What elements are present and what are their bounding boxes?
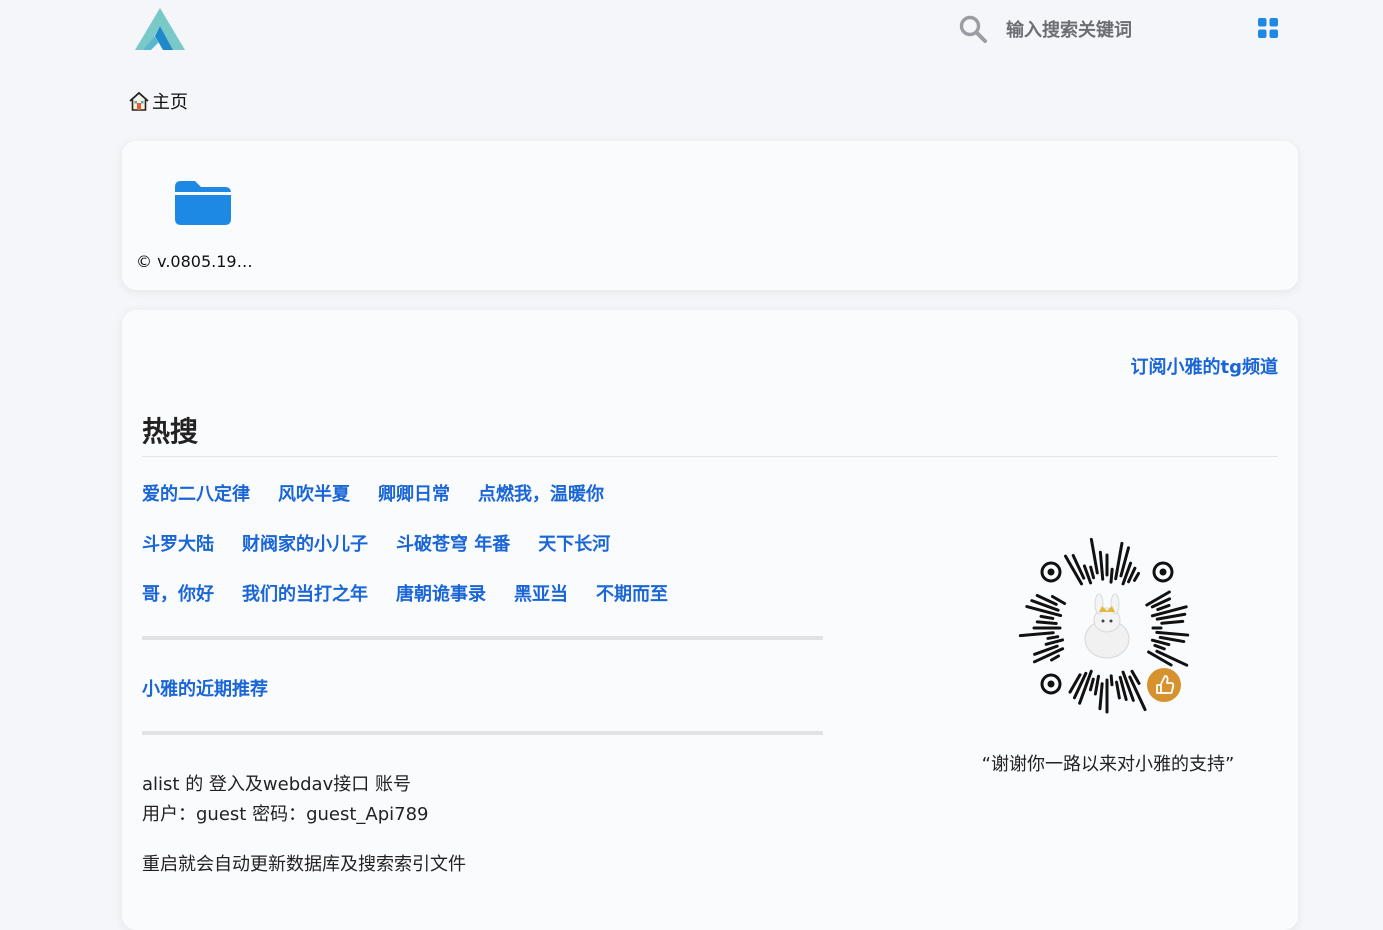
qr-caption: “谢谢你一路以来对小雅的支持” <box>981 754 1235 775</box>
hot-search-row: 哥，你好 我们的当打之年 唐朝诡事录 黑亚当 不期而至 <box>142 580 696 606</box>
breadcrumb-home[interactable]: 主页 <box>152 88 188 114</box>
section-divider <box>142 731 823 735</box>
home-icon[interactable] <box>128 90 150 112</box>
qr-code-ray <box>1109 674 1114 687</box>
grid-icon <box>1258 18 1278 38</box>
folder-name: © v.0805.19… <box>136 252 253 271</box>
qr-code-ray <box>1039 614 1055 620</box>
restart-note: 重启就会自动更新数据库及搜索索引文件 <box>142 854 466 875</box>
qr-code-ray <box>1093 674 1100 696</box>
tg-channel-link[interactable]: 订阅小雅的tg频道 <box>1131 353 1279 379</box>
qr-code-ray <box>1098 682 1104 711</box>
qr-code-ray <box>1158 635 1186 644</box>
hot-search-link[interactable]: 唐朝诡事录 <box>396 580 486 606</box>
qr-code-ray <box>1018 631 1055 638</box>
folder-icon <box>175 181 231 225</box>
alist-logo[interactable] <box>133 6 187 52</box>
hot-search-link[interactable]: 斗罗大陆 <box>142 530 214 556</box>
file-list-card: © v.0805.19… <box>122 141 1298 290</box>
search-placeholder[interactable]: 输入搜索关键词 <box>1006 16 1132 42</box>
hot-search-link[interactable]: 风吹半夏 <box>278 480 350 506</box>
hot-search-link[interactable]: 爱的二八定律 <box>142 480 250 506</box>
mini-program-qr-code <box>1018 537 1190 714</box>
hot-search-row: 斗罗大陆 财阀家的小儿子 斗破苍穹 年番 天下长河 <box>142 530 638 556</box>
hot-search-link[interactable]: 点燃我，温暖你 <box>478 480 604 506</box>
readme-card: 订阅小雅的tg频道 热搜 爱的二八定律 风吹半夏 卿卿日常 点燃我，温暖你 斗罗… <box>122 310 1298 930</box>
recent-recommend-link[interactable]: 小雅的近期推荐 <box>142 675 268 701</box>
qr-code-ray <box>1153 643 1166 651</box>
hot-search-link[interactable]: 卿卿日常 <box>378 480 450 506</box>
folder-item[interactable]: © v.0805.19… <box>136 159 266 277</box>
hot-search-link[interactable]: 斗破苍穹 年番 <box>396 530 510 556</box>
qr-code-ray <box>1156 603 1171 612</box>
qr-code-ray <box>1155 612 1187 621</box>
login-credentials-line: 用户：guest 密码：guest_Api789 <box>142 804 429 825</box>
qr-code-ray <box>1160 619 1185 625</box>
qr-code-ray <box>1115 680 1121 700</box>
qr-code-ray <box>1044 638 1065 646</box>
qr-code-ray <box>1150 638 1171 647</box>
qr-code-ray <box>1088 677 1095 692</box>
qr-code-ray <box>1050 654 1061 662</box>
search-box[interactable]: 输入搜索关键词 <box>958 12 1132 46</box>
thumbs-up-icon <box>1147 668 1181 702</box>
qr-code-ray <box>1046 635 1060 640</box>
hot-search-link[interactable]: 哥，你好 <box>142 580 214 606</box>
hot-search-link[interactable]: 不期而至 <box>596 580 668 606</box>
hot-search-link[interactable]: 我们的当打之年 <box>242 580 368 606</box>
qr-code-ray <box>1035 620 1058 626</box>
search-icon <box>959 15 987 43</box>
qr-code-ray <box>1098 550 1105 581</box>
hot-search-link[interactable]: 天下长河 <box>538 530 610 556</box>
hot-search-title: 热搜 <box>142 415 199 448</box>
hot-search-row: 爱的二八定律 风吹半夏 卿卿日常 点燃我，温暖你 <box>142 480 632 506</box>
qr-code-ray <box>1089 565 1096 580</box>
section-divider <box>142 636 823 640</box>
breadcrumb: 主页 <box>128 88 188 114</box>
login-info-line: alist 的 登入及webdav接口 账号 <box>142 774 411 795</box>
layout-toggle-button[interactable] <box>1254 14 1282 42</box>
qr-code-ray <box>1133 571 1140 582</box>
hot-search-link[interactable]: 财阀家的小儿子 <box>242 530 368 556</box>
divider <box>142 456 1278 457</box>
hot-search-link[interactable]: 黑亚当 <box>514 580 568 606</box>
rabbit-avatar-icon <box>1067 588 1147 668</box>
qr-code-ray <box>1155 630 1190 637</box>
top-header: 输入搜索关键词 <box>0 0 1383 60</box>
qr-code-ray <box>1109 567 1114 584</box>
